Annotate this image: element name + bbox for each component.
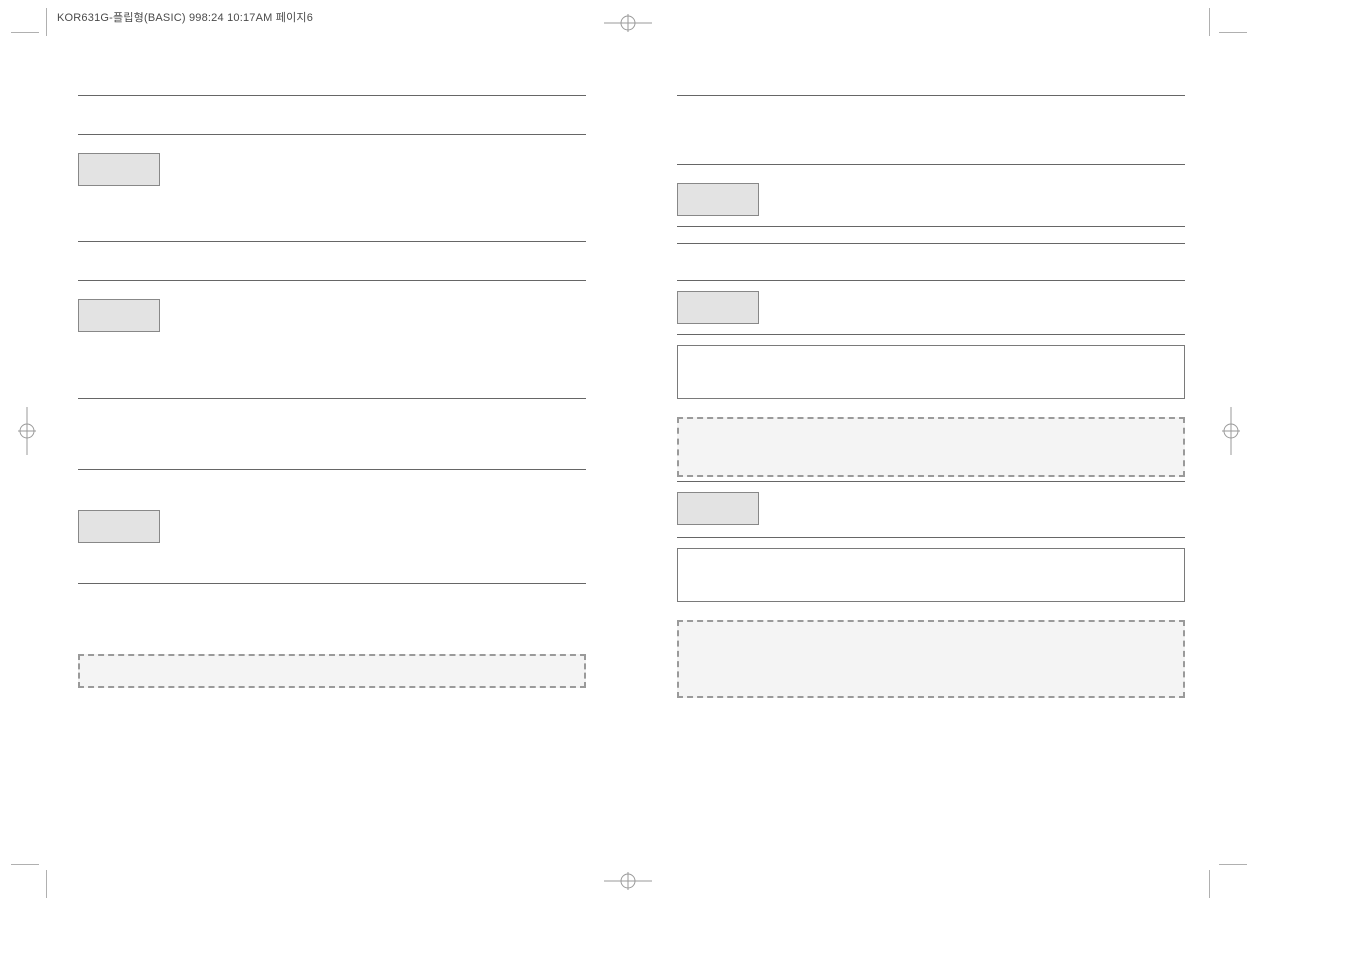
crop-mark <box>11 864 39 865</box>
rule <box>677 164 1185 165</box>
crop-mark <box>1219 864 1247 865</box>
rule <box>78 134 586 135</box>
rule <box>677 537 1185 538</box>
rule <box>677 280 1185 281</box>
crop-mark <box>46 870 47 898</box>
document-slug: KOR631G-플립형(BASIC) 998:24 10:17AM 페이지6 <box>57 9 313 25</box>
crop-mark <box>1209 8 1210 36</box>
note-box <box>677 417 1185 477</box>
content-box <box>677 345 1185 399</box>
section-chip <box>677 492 759 525</box>
rule <box>78 95 586 96</box>
section-chip <box>677 183 759 216</box>
rule <box>677 334 1185 335</box>
right-column <box>677 95 1185 698</box>
section-chip <box>677 291 759 324</box>
section-chip <box>78 510 160 543</box>
section-chip <box>78 153 160 186</box>
rule <box>78 583 586 584</box>
crop-mark <box>1209 870 1210 898</box>
crop-mark <box>46 8 47 36</box>
registration-mark-icon <box>1220 407 1242 455</box>
rule <box>677 95 1185 96</box>
rule <box>78 469 586 470</box>
section-chip <box>78 299 160 332</box>
crop-mark <box>1219 32 1247 33</box>
rule <box>78 241 586 242</box>
page-root: KOR631G-플립형(BASIC) 998:24 10:17AM 페이지6 <box>0 0 1350 954</box>
rule <box>78 398 586 399</box>
registration-mark-icon <box>604 12 652 34</box>
rule <box>677 243 1185 244</box>
left-column <box>78 95 586 688</box>
note-box <box>677 620 1185 698</box>
rule <box>677 481 1185 482</box>
registration-mark-icon <box>604 870 652 892</box>
rule <box>78 280 586 281</box>
note-box <box>78 654 586 688</box>
rule <box>677 226 1185 227</box>
crop-mark <box>11 32 39 33</box>
content-box <box>677 548 1185 602</box>
registration-mark-icon <box>16 407 38 455</box>
